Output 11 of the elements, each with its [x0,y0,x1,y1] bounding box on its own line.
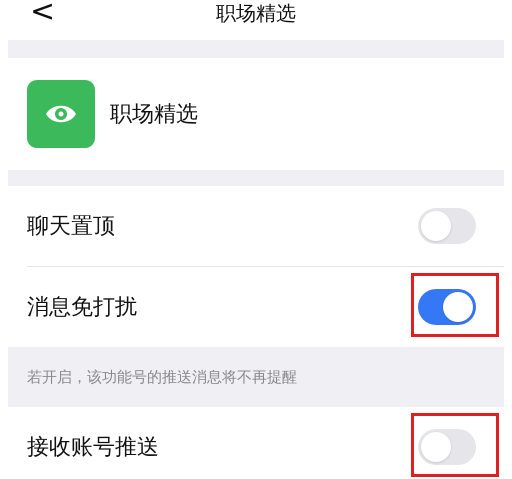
back-button[interactable]: < [30,0,56,32]
toggle-switch[interactable] [418,429,476,465]
setting-label: 消息免打扰 [27,294,137,322]
hint-text: 若开启，该功能号的推送消息将不再提醒 [27,366,297,388]
account-name: 职场精选 [110,100,198,128]
account-logo-icon [27,80,95,148]
setting-label: 接收账号推送 [27,434,159,462]
setting-label: 聊天置顶 [27,212,115,240]
toggle-switch[interactable] [418,208,476,244]
toggle-switch[interactable] [418,289,476,325]
page-title: 职场精选 [215,0,297,26]
